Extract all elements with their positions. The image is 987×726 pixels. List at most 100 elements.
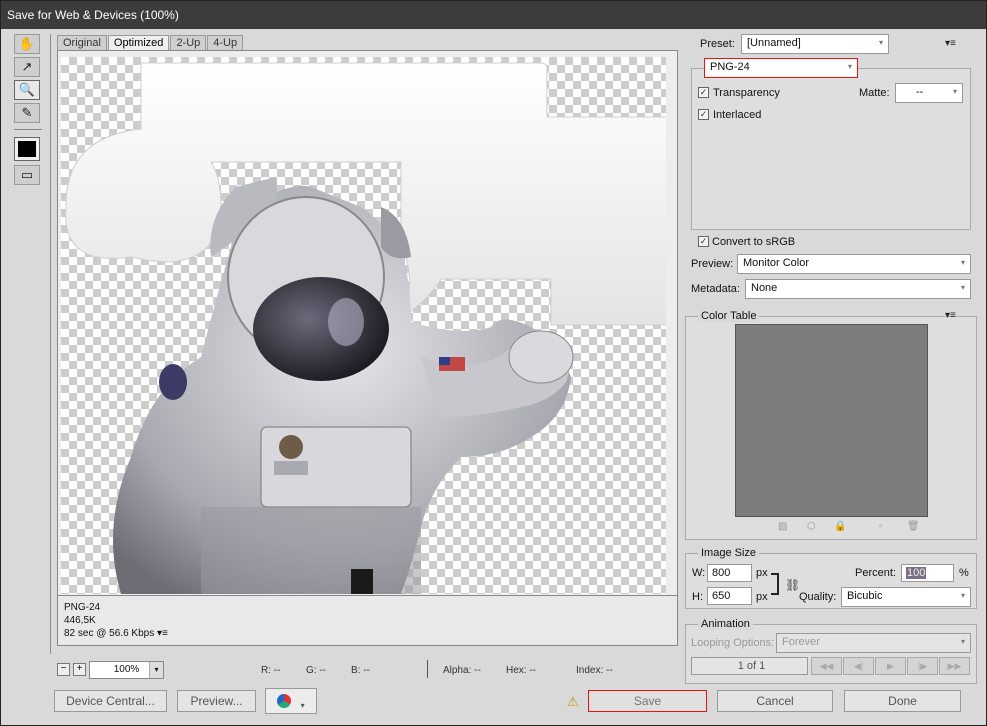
looping-options-select[interactable]: Forever ▾ — [776, 633, 971, 653]
looping-options-value: Forever — [782, 636, 820, 648]
width-input[interactable]: 800 — [707, 564, 752, 582]
hand-tool-icon[interactable]: ✋ — [14, 34, 40, 54]
image-view[interactable] — [57, 50, 678, 596]
percent-value: 100 — [906, 567, 927, 579]
delete-color-icon[interactable]: 🗑 — [907, 521, 920, 532]
chevron-down-icon: ▾ — [960, 283, 965, 292]
slice-select-tool-icon[interactable]: ↗ — [14, 57, 40, 77]
percent-unit: % — [959, 567, 969, 579]
percent-input[interactable]: 100 — [901, 564, 954, 582]
file-format-select[interactable]: PNG-24 ▾ — [704, 58, 858, 78]
status-bar: − + 100% ▾ R: -- G: -- B: -- Alpha: -- H… — [51, 660, 681, 680]
chevron-down-icon: ▾ — [847, 62, 852, 71]
height-input[interactable]: 650 — [707, 587, 752, 605]
browser-icon — [277, 694, 292, 708]
zoom-in-button[interactable]: + — [73, 663, 86, 676]
info-format: PNG-24 — [64, 602, 101, 613]
save-for-web-dialog: Save for Web & Devices (100%) ✋ ↗ 🔍 ✎ ▭ … — [0, 0, 987, 726]
cancel-button[interactable]: Cancel — [717, 690, 833, 712]
view-tabs: Original Optimized 2-Up 4-Up — [57, 35, 244, 51]
height-unit: px — [756, 591, 768, 603]
convert-srgb-label: Convert to sRGB — [712, 236, 796, 248]
chevron-down-icon: ▾ — [300, 701, 305, 710]
tab-4-up[interactable]: 4-Up — [207, 35, 244, 51]
percent-label: Percent: — [855, 567, 896, 579]
tab-2-up[interactable]: 2-Up — [170, 35, 207, 51]
eyedropper-tool-icon[interactable]: ✎ — [14, 103, 40, 123]
readout-red: R: -- — [261, 665, 281, 676]
transparency-checkbox[interactable]: ✓ — [698, 87, 709, 98]
info-download-time-text: 82 sec @ 56.6 Kbps — [64, 628, 155, 639]
preview-label: Preview: — [691, 258, 734, 270]
chevron-down-icon: ▾ — [952, 87, 957, 96]
convert-srgb-checkbox[interactable]: ✓ — [698, 236, 709, 247]
metadata-select[interactable]: None ▾ — [745, 279, 971, 299]
link-icon[interactable]: ⛓ — [785, 578, 800, 592]
color-table-title: Color Table — [698, 310, 760, 322]
map-transparent-icon[interactable]: ▨ — [778, 521, 787, 532]
file-format-value: PNG-24 — [710, 61, 750, 73]
toolbox-divider — [14, 129, 42, 130]
optimize-menu-icon[interactable]: ▾≡ — [157, 628, 168, 639]
matte-select[interactable]: -- ▾ — [895, 83, 963, 103]
save-button[interactable]: Save — [588, 690, 707, 712]
done-button[interactable]: Done — [844, 690, 961, 712]
play-button[interactable]: ▶ — [875, 657, 906, 675]
preset-select[interactable]: [Unnamed] ▾ — [741, 34, 889, 54]
zoom-level-value: 100% — [113, 664, 140, 675]
warning-icon: ⚠ — [567, 694, 579, 709]
matte-label: Matte: — [859, 87, 890, 99]
preview-button[interactable]: Preview... — [177, 690, 256, 712]
toggle-slices-visibility-icon[interactable]: ▭ — [14, 165, 40, 185]
quality-select[interactable]: Bicubic ▾ — [841, 587, 971, 607]
last-frame-button[interactable]: ▶▶ — [939, 657, 970, 675]
frame-counter: 1 of 1 — [691, 657, 808, 675]
metadata-label: Metadata: — [691, 283, 740, 295]
width-label: W: — [692, 567, 706, 579]
device-central-button[interactable]: Device Central... — [54, 690, 167, 712]
width-unit: px — [756, 567, 768, 579]
transparency-label: Transparency — [713, 87, 780, 99]
interlaced-label: Interlaced — [713, 109, 762, 121]
new-color-icon[interactable]: ▫ — [879, 521, 883, 532]
browser-select[interactable]: ▾ — [265, 688, 317, 714]
tab-optimized[interactable]: Optimized — [107, 35, 170, 51]
eyedropper-color-swatch[interactable] — [14, 137, 40, 161]
readout-divider — [427, 660, 428, 678]
optimize-menu-icon[interactable]: ▾≡ — [945, 38, 956, 49]
info-download-time: 82 sec @ 56.6 Kbps ▾≡ — [64, 627, 671, 640]
color-table-swatches[interactable] — [735, 324, 928, 517]
lock-color-icon[interactable]: 🔒 — [834, 521, 846, 532]
zoom-level-select[interactable]: 100% ▾ — [89, 661, 164, 679]
constrain-bracket — [771, 573, 779, 595]
preset-value: [Unnamed] — [747, 37, 801, 49]
first-frame-button[interactable]: ◀◀ — [811, 657, 842, 675]
chevron-down-icon: ▾ — [960, 591, 965, 600]
zoom-tool-icon[interactable]: 🔍 — [14, 80, 40, 100]
animation-title: Animation — [698, 618, 753, 630]
next-frame-button[interactable]: |▶ — [907, 657, 938, 675]
tab-original[interactable]: Original — [57, 35, 107, 51]
info-file-size: 446,5K — [64, 615, 96, 626]
chevron-down-icon: ▾ — [960, 258, 965, 267]
optimized-info: PNG-24 446,5K 82 sec @ 56.6 Kbps ▾≡ — [57, 596, 678, 646]
zoom-out-button[interactable]: − — [57, 663, 70, 676]
looping-options-label: Looping Options: — [691, 637, 775, 649]
chevron-down-icon: ▾ — [878, 38, 883, 47]
height-label: H: — [692, 591, 703, 603]
readout-index: Index: -- — [576, 665, 613, 676]
readout-alpha: Alpha: -- — [443, 665, 481, 676]
matte-value: -- — [916, 86, 924, 98]
color-table-menu-icon[interactable]: ▾≡ — [945, 310, 956, 321]
preset-label: Preset: — [700, 38, 735, 50]
metadata-value: None — [751, 282, 778, 294]
web-shift-icon[interactable]: ⬡ — [807, 521, 816, 532]
chevron-down-icon: ▾ — [149, 662, 163, 678]
previous-frame-button[interactable]: ◀| — [843, 657, 874, 675]
preview-select[interactable]: Monitor Color ▾ — [737, 254, 971, 274]
interlaced-checkbox[interactable]: ✓ — [698, 109, 709, 120]
toolbox: ✋ ↗ 🔍 ✎ ▭ — [14, 34, 42, 188]
quality-label: Quality: — [799, 591, 837, 603]
preview-value: Monitor Color — [743, 257, 810, 269]
preview-canvas[interactable] — [61, 57, 666, 594]
